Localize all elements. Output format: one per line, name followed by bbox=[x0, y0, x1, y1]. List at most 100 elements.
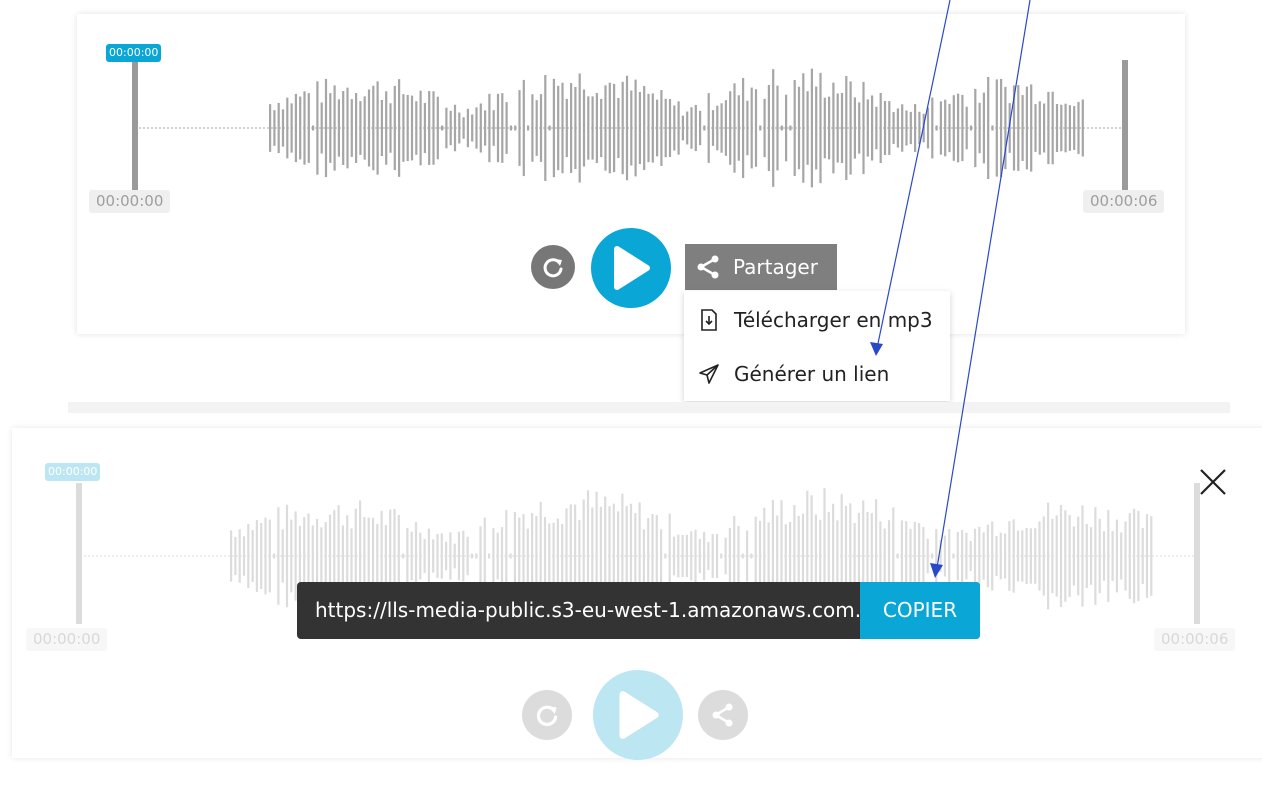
waveform-bar bbox=[969, 125, 973, 131]
waveform-bar bbox=[1021, 530, 1024, 582]
waveform-bar bbox=[1102, 531, 1106, 581]
waveform-bar bbox=[449, 532, 452, 580]
waveform-bar bbox=[299, 96, 302, 160]
waveform-bar bbox=[449, 110, 452, 146]
close-icon[interactable] bbox=[1197, 466, 1229, 498]
waveform-bar bbox=[1038, 101, 1041, 155]
waveform-bar bbox=[496, 93, 500, 163]
waveform-bar bbox=[677, 101, 680, 155]
waveform-bar bbox=[660, 529, 663, 583]
waveform-bar bbox=[961, 529, 964, 583]
waveform-bar bbox=[707, 542, 710, 570]
waveform-bar bbox=[776, 85, 779, 171]
waveform-bar bbox=[879, 92, 882, 164]
waveform-bar bbox=[1115, 519, 1118, 593]
waveform-bar bbox=[415, 101, 418, 155]
waveform-bar bbox=[505, 102, 508, 154]
waveform-bar bbox=[522, 79, 525, 177]
waveform-bar bbox=[488, 93, 491, 163]
waveform-bar bbox=[311, 525, 314, 587]
start-handle bbox=[132, 60, 138, 190]
replay-button-faded bbox=[522, 690, 572, 740]
waveform-bar bbox=[643, 85, 646, 171]
play-button-faded bbox=[593, 670, 683, 760]
waveform-bar bbox=[952, 95, 955, 161]
waveform-bar bbox=[484, 110, 487, 146]
menu-item-generate-link[interactable]: Générer un lien bbox=[684, 347, 950, 401]
waveform-bar bbox=[419, 90, 422, 166]
waveform-bar bbox=[1150, 516, 1153, 596]
waveform-bar bbox=[948, 103, 951, 153]
waveform-bar bbox=[694, 104, 697, 152]
waveform-bar bbox=[1021, 95, 1024, 161]
waveform-bar bbox=[1030, 84, 1033, 172]
waveform-bar bbox=[341, 525, 344, 587]
waveform-bar bbox=[1055, 515, 1058, 597]
waveform-bar bbox=[1059, 505, 1063, 607]
start-time-label: 00:00:00 bbox=[89, 190, 171, 213]
waveform-bar bbox=[759, 125, 762, 131]
waveform-bar bbox=[1073, 106, 1076, 150]
waveform-bar bbox=[1055, 104, 1059, 152]
waveform-bar bbox=[793, 79, 796, 177]
waveform-bar bbox=[858, 102, 861, 154]
waveform-bar bbox=[432, 91, 435, 165]
waveform-bar bbox=[574, 86, 577, 170]
waveform-bar bbox=[883, 100, 887, 156]
waveform-bar bbox=[251, 530, 254, 582]
waveform-bar bbox=[544, 74, 547, 182]
waveform-bar bbox=[1141, 527, 1144, 585]
waveform-bar bbox=[883, 528, 886, 584]
waveform-bar bbox=[1107, 509, 1110, 603]
waveform-bar bbox=[1064, 510, 1067, 602]
waveform-bar bbox=[900, 520, 903, 592]
waveform-bar bbox=[1068, 515, 1071, 597]
waveform-bar bbox=[724, 537, 727, 575]
waveform-bar bbox=[1098, 518, 1101, 594]
waveform-bar bbox=[608, 82, 611, 174]
replay-button[interactable] bbox=[531, 245, 575, 289]
waveform-bar bbox=[746, 100, 749, 156]
waveform-bar bbox=[1029, 528, 1032, 584]
waveform-bar bbox=[621, 81, 624, 175]
waveform-bar bbox=[320, 527, 323, 585]
waveform-bar bbox=[767, 522, 770, 590]
waveform-bar bbox=[423, 102, 426, 154]
waveform-bar bbox=[986, 524, 989, 588]
waveform-bar bbox=[995, 79, 998, 177]
waveform-bar bbox=[832, 82, 835, 174]
waveform-bar bbox=[978, 526, 981, 586]
waveform-bar bbox=[1008, 103, 1011, 153]
share-link-url[interactable]: https://lls-media-public.s3-eu-west-1.am… bbox=[315, 582, 860, 639]
waveform-bar bbox=[724, 100, 727, 156]
waveform-bar bbox=[1128, 513, 1131, 599]
waveform-bar bbox=[1064, 103, 1067, 153]
waveform-bar bbox=[539, 94, 543, 162]
waveform-bar bbox=[432, 539, 435, 573]
waveform-bar bbox=[260, 523, 263, 589]
waveform-bar bbox=[754, 89, 758, 167]
share-button[interactable]: Partager bbox=[685, 244, 837, 290]
waveform-bar bbox=[823, 97, 826, 159]
waveform-bar bbox=[1004, 533, 1007, 579]
copy-button[interactable]: COPIER bbox=[860, 582, 980, 639]
waveform-bar bbox=[729, 91, 732, 165]
waveform-bar bbox=[1042, 516, 1045, 596]
waveform-bar bbox=[711, 110, 715, 146]
waveform-bar bbox=[342, 90, 345, 166]
menu-item-label: Générer un lien bbox=[734, 362, 890, 386]
waveform[interactable] bbox=[77, 14, 1185, 214]
waveform-bar bbox=[935, 125, 938, 131]
play-button[interactable] bbox=[591, 228, 671, 308]
waveform-bar bbox=[376, 523, 379, 589]
menu-item-download-mp3[interactable]: Télécharger en mp3 bbox=[684, 293, 950, 347]
current-time-badge: 00:00:00 bbox=[106, 44, 162, 62]
waveform-bar bbox=[238, 529, 241, 583]
waveform-bar bbox=[329, 93, 332, 163]
waveform-bar bbox=[355, 93, 358, 163]
waveform-bar bbox=[269, 104, 272, 152]
waveform-bar bbox=[720, 103, 723, 153]
waveform-bar bbox=[471, 114, 474, 142]
waveform-bar bbox=[931, 97, 934, 159]
waveform-bar bbox=[785, 94, 788, 162]
